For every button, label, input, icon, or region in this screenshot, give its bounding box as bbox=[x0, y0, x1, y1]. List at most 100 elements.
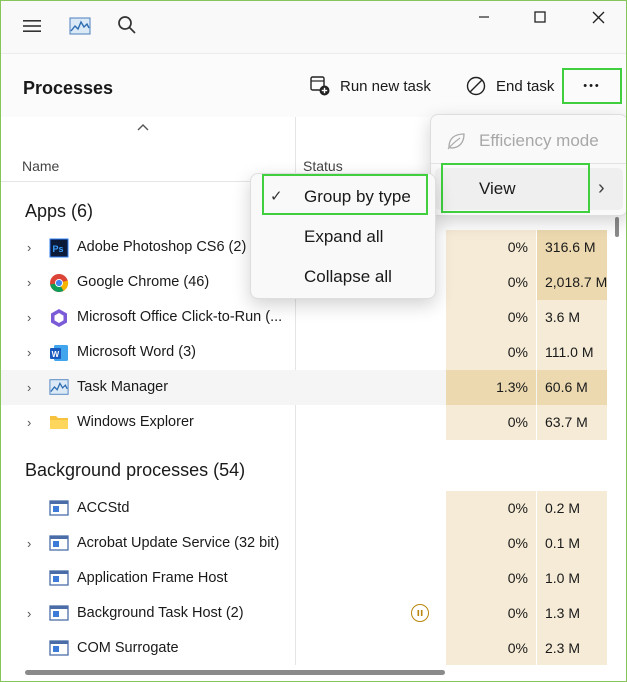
suspended-pause-icon bbox=[411, 604, 429, 622]
app-window-icon bbox=[49, 534, 69, 554]
table-row[interactable]: › Task Manager 1.3% 60.6 M bbox=[1, 370, 607, 405]
expand-chevron-icon[interactable]: › bbox=[27, 536, 31, 551]
app-window-icon bbox=[49, 569, 69, 589]
maximize-button[interactable] bbox=[512, 1, 568, 33]
close-button[interactable] bbox=[570, 1, 626, 33]
cpu-cell: 0% bbox=[446, 405, 536, 440]
maximize-icon bbox=[534, 11, 546, 23]
minimize-icon bbox=[479, 16, 489, 18]
table-row[interactable]: › Acrobat Update Service (32 bit) 0% 0.1 M bbox=[1, 526, 607, 561]
cpu-cell: 1.3% bbox=[446, 370, 536, 405]
table-row[interactable]: › W Microsoft Word (3) 0% 111.0 M bbox=[1, 335, 607, 370]
memory-cell: 111.0 M bbox=[537, 335, 607, 370]
process-name: Microsoft Office Click-to-Run (... bbox=[77, 309, 283, 325]
memory-cell: 63.7 M bbox=[537, 405, 607, 440]
svg-text:W: W bbox=[52, 350, 60, 359]
memory-cell: 1.0 M bbox=[537, 561, 607, 596]
cpu-cell: 0% bbox=[446, 335, 536, 370]
process-name: Adobe Photoshop CS6 (2) bbox=[77, 239, 247, 255]
hamburger-menu-icon[interactable] bbox=[17, 11, 47, 41]
collapse-all-item[interactable]: Collapse all bbox=[255, 258, 431, 296]
app-window-icon bbox=[49, 604, 69, 624]
process-name: Google Chrome (46) bbox=[77, 274, 210, 290]
end-task-label: End task bbox=[496, 77, 555, 95]
memory-cell: 316.6 M bbox=[537, 230, 607, 265]
efficiency-mode-item[interactable]: Efficiency mode bbox=[431, 123, 626, 159]
memory-cell: 2.3 M bbox=[537, 631, 607, 666]
group-title-apps: Apps (6) bbox=[25, 201, 94, 221]
memory-cell: 3.6 M bbox=[537, 300, 607, 335]
process-name: Task Manager bbox=[77, 379, 169, 395]
expand-chevron-icon[interactable]: › bbox=[27, 240, 31, 255]
cpu-cell: 0% bbox=[446, 526, 536, 561]
column-header-status[interactable]: Status bbox=[303, 158, 343, 174]
cpu-cell: 0% bbox=[446, 230, 536, 265]
cpu-cell: 0% bbox=[446, 300, 536, 335]
app-window-icon bbox=[49, 499, 69, 519]
vertical-scrollbar-thumb[interactable] bbox=[615, 217, 619, 237]
more-options-icon: ••• bbox=[583, 80, 601, 92]
close-icon bbox=[592, 11, 604, 23]
search-icon[interactable] bbox=[113, 11, 141, 39]
collapse-all-label: Collapse all bbox=[304, 267, 392, 286]
table-row[interactable]: Application Frame Host 0% 1.0 M bbox=[1, 561, 607, 596]
cpu-cell: 0% bbox=[446, 596, 536, 631]
run-new-task-label: Run new task bbox=[340, 77, 431, 95]
table-row[interactable]: › Microsoft Office Click-to-Run (... 0% 3.6… bbox=[1, 300, 607, 335]
cpu-cell: 0% bbox=[446, 631, 536, 666]
more-options-button[interactable]: ••• bbox=[562, 68, 622, 104]
office-icon bbox=[49, 308, 69, 328]
app-window-icon bbox=[49, 639, 69, 659]
submenu-chevron-icon: › bbox=[598, 177, 605, 199]
efficiency-mode-label: Efficiency mode bbox=[479, 131, 599, 150]
process-name: Acrobat Update Service (32 bit) bbox=[77, 535, 280, 551]
group-title-background: Background processes (54) bbox=[25, 460, 246, 480]
memory-cell: 0.1 M bbox=[537, 526, 607, 561]
toolbar: Processes Run new task End task ••• bbox=[1, 53, 626, 118]
view-highlight-box bbox=[441, 163, 590, 213]
cpu-cell: 0% bbox=[446, 491, 536, 526]
expand-chevron-icon[interactable]: › bbox=[27, 275, 31, 290]
leaf-icon bbox=[447, 133, 465, 150]
title-bar bbox=[1, 1, 626, 49]
sort-arrow-icon[interactable] bbox=[136, 119, 150, 135]
table-row[interactable]: › Windows Explorer 0% 63.7 M bbox=[1, 405, 607, 440]
memory-cell: 0.2 M bbox=[537, 491, 607, 526]
cpu-cell: 0% bbox=[446, 265, 536, 300]
expand-chevron-icon[interactable]: › bbox=[27, 345, 31, 360]
table-row[interactable]: › Background Task Host (2) 0% 1.3 M bbox=[1, 596, 607, 631]
expand-chevron-icon[interactable]: › bbox=[27, 606, 31, 621]
run-new-task-icon bbox=[310, 76, 330, 96]
process-name: ACCStd bbox=[77, 500, 130, 516]
table-row[interactable]: ACCStd 0% 0.2 M bbox=[1, 491, 607, 526]
end-task-button[interactable]: End task bbox=[465, 70, 554, 102]
column-header-name[interactable]: Name bbox=[22, 158, 59, 174]
page-title: Processes bbox=[23, 78, 114, 98]
group-by-type-highlight-box bbox=[262, 174, 428, 215]
expand-chevron-icon[interactable]: › bbox=[27, 415, 31, 430]
task-manager-window: Processes Run new task End task ••• Name… bbox=[0, 0, 627, 682]
task-manager-icon bbox=[49, 378, 69, 398]
process-name: Windows Explorer bbox=[77, 414, 194, 430]
expand-chevron-icon[interactable]: › bbox=[27, 380, 31, 395]
memory-cell: 1.3 M bbox=[537, 596, 607, 631]
run-new-task-button[interactable]: Run new task bbox=[309, 70, 431, 102]
table-row[interactable]: COM Surrogate 0% 2.3 M bbox=[1, 631, 607, 666]
expand-all-item[interactable]: Expand all bbox=[255, 218, 431, 256]
process-name: COM Surrogate bbox=[77, 640, 179, 656]
svg-text:Ps: Ps bbox=[53, 244, 64, 254]
process-name: Application Frame Host bbox=[77, 570, 228, 586]
cpu-cell: 0% bbox=[446, 561, 536, 596]
folder-icon bbox=[49, 413, 69, 433]
process-name: Microsoft Word (3) bbox=[77, 344, 196, 360]
expand-chevron-icon[interactable]: › bbox=[27, 310, 31, 325]
prohibited-icon bbox=[466, 76, 486, 96]
process-name: Background Task Host (2) bbox=[77, 605, 244, 621]
memory-cell: 2,018.7 M bbox=[537, 265, 607, 300]
memory-cell: 60.6 M bbox=[537, 370, 607, 405]
minimize-button[interactable] bbox=[456, 1, 512, 33]
word-icon: W bbox=[49, 343, 69, 363]
chrome-icon bbox=[49, 273, 69, 293]
task-manager-app-icon bbox=[67, 13, 93, 39]
horizontal-scrollbar-thumb[interactable] bbox=[25, 670, 445, 675]
